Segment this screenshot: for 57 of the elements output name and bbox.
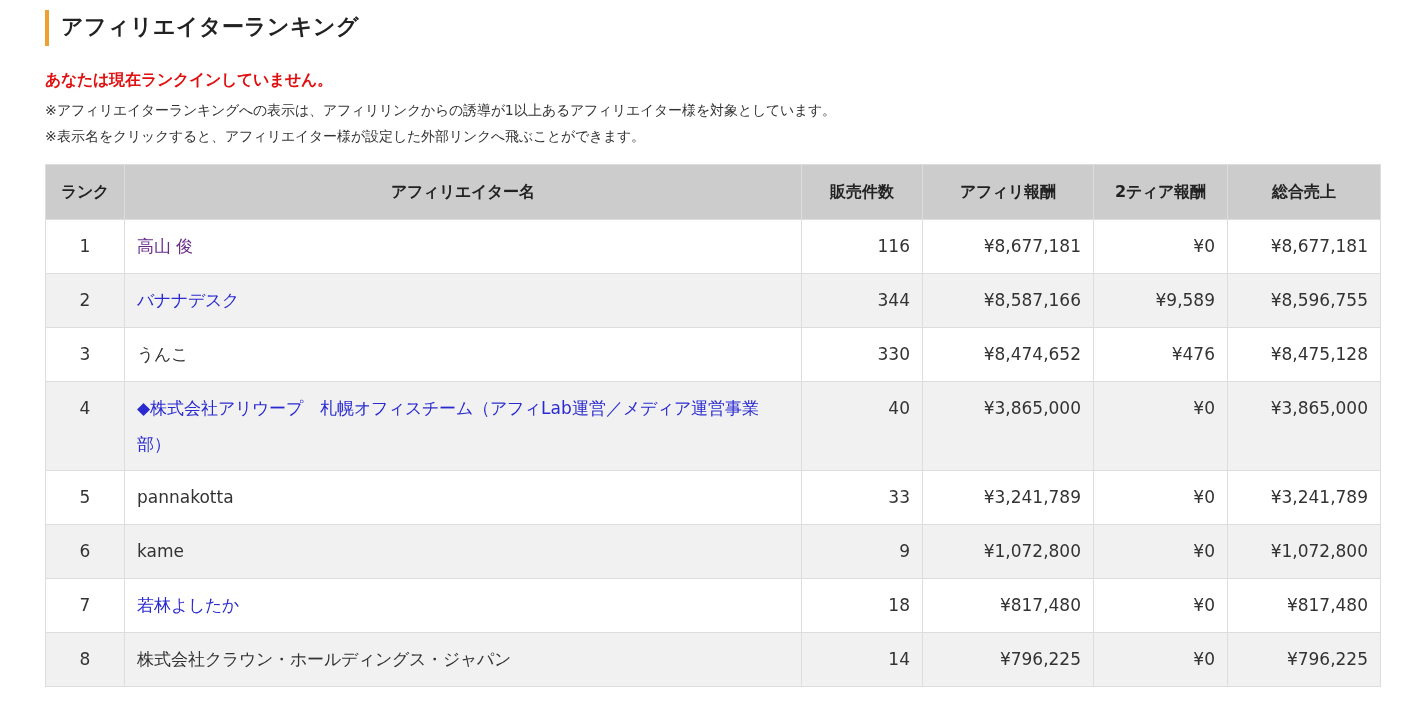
table-cell: 7 xyxy=(45,578,125,633)
note-text: ※アフィリエイターランキングへの表示は、アフィリリンクからの誘導が1以上あるアフィリエイター様を対象としています。 xyxy=(45,101,837,121)
table-cell: 5 xyxy=(45,470,125,525)
affiliate-name: 株式会社クラウン・ホールディングス・ジャパン xyxy=(137,648,511,672)
table-cell: ¥817,480 xyxy=(1227,578,1381,633)
table-cell: ¥0 xyxy=(1093,381,1228,471)
table-cell: ¥796,225 xyxy=(922,632,1094,687)
column-header: ランク xyxy=(45,164,125,220)
affiliate-name-link[interactable]: バナナデスク xyxy=(137,282,239,319)
affiliate-name-link[interactable]: 若林よしたか xyxy=(137,587,239,624)
table-cell: ¥3,865,000 xyxy=(1227,381,1381,471)
table-cell: 14 xyxy=(801,632,923,687)
table-cell: 3 xyxy=(45,327,125,382)
table-cell: ¥8,474,652 xyxy=(922,327,1094,382)
affiliate-name: kame xyxy=(137,540,184,564)
column-header: 総合売上 xyxy=(1227,164,1381,220)
column-header: アフィリ報酬 xyxy=(922,164,1094,220)
table-cell: ¥1,072,800 xyxy=(922,524,1094,579)
table-cell: 33 xyxy=(801,470,923,525)
table-cell: ¥8,475,128 xyxy=(1227,327,1381,382)
table-cell: 344 xyxy=(801,273,923,328)
table-cell: ¥796,225 xyxy=(1227,632,1381,687)
table-cell: ¥8,587,166 xyxy=(922,273,1094,328)
table-cell: ¥476 xyxy=(1093,327,1228,382)
affiliate-name: うんこ xyxy=(137,343,188,367)
column-header: アフィリエイター名 xyxy=(124,164,802,220)
table-cell: ¥9,589 xyxy=(1093,273,1228,328)
affiliate-name-link[interactable]: 高山 俊 xyxy=(137,228,194,265)
table-cell: ¥0 xyxy=(1093,470,1228,525)
table-cell: ¥8,596,755 xyxy=(1227,273,1381,328)
table-cell: ¥1,072,800 xyxy=(1227,524,1381,579)
table-cell: ¥0 xyxy=(1093,219,1228,274)
table-cell: ¥3,865,000 xyxy=(922,381,1094,471)
column-header: 販売件数 xyxy=(801,164,923,220)
table-cell: ¥3,241,789 xyxy=(1227,470,1381,525)
table-cell: 18 xyxy=(801,578,923,633)
table-cell: ¥817,480 xyxy=(922,578,1094,633)
page-title: アフィリエイターランキング xyxy=(45,10,1381,47)
table-cell: 40 xyxy=(801,381,923,471)
ranking-notice: あなたは現在ランクインしていません。 xyxy=(45,70,334,92)
table-cell: 8 xyxy=(45,632,125,687)
table-cell: ¥8,677,181 xyxy=(922,219,1094,274)
table-cell: 9 xyxy=(801,524,923,579)
table-cell: 4 xyxy=(45,381,125,471)
table-cell: 1 xyxy=(45,219,125,274)
table-cell: 330 xyxy=(801,327,923,382)
table-cell: ¥0 xyxy=(1093,524,1228,579)
column-header: 2ティア報酬 xyxy=(1093,164,1228,220)
affiliate-name: pannakotta xyxy=(137,486,234,510)
table-cell: ¥0 xyxy=(1093,578,1228,633)
table-cell: 6 xyxy=(45,524,125,579)
table-cell: ¥8,677,181 xyxy=(1227,219,1381,274)
table-cell: ¥3,241,789 xyxy=(922,470,1094,525)
table-cell: 2 xyxy=(45,273,125,328)
table-cell: 116 xyxy=(801,219,923,274)
table-cell: ¥0 xyxy=(1093,632,1228,687)
note-text: ※表示名をクリックすると、アフィリエイター様が設定した外部リンクへ飛ぶことができます。 xyxy=(45,127,646,147)
